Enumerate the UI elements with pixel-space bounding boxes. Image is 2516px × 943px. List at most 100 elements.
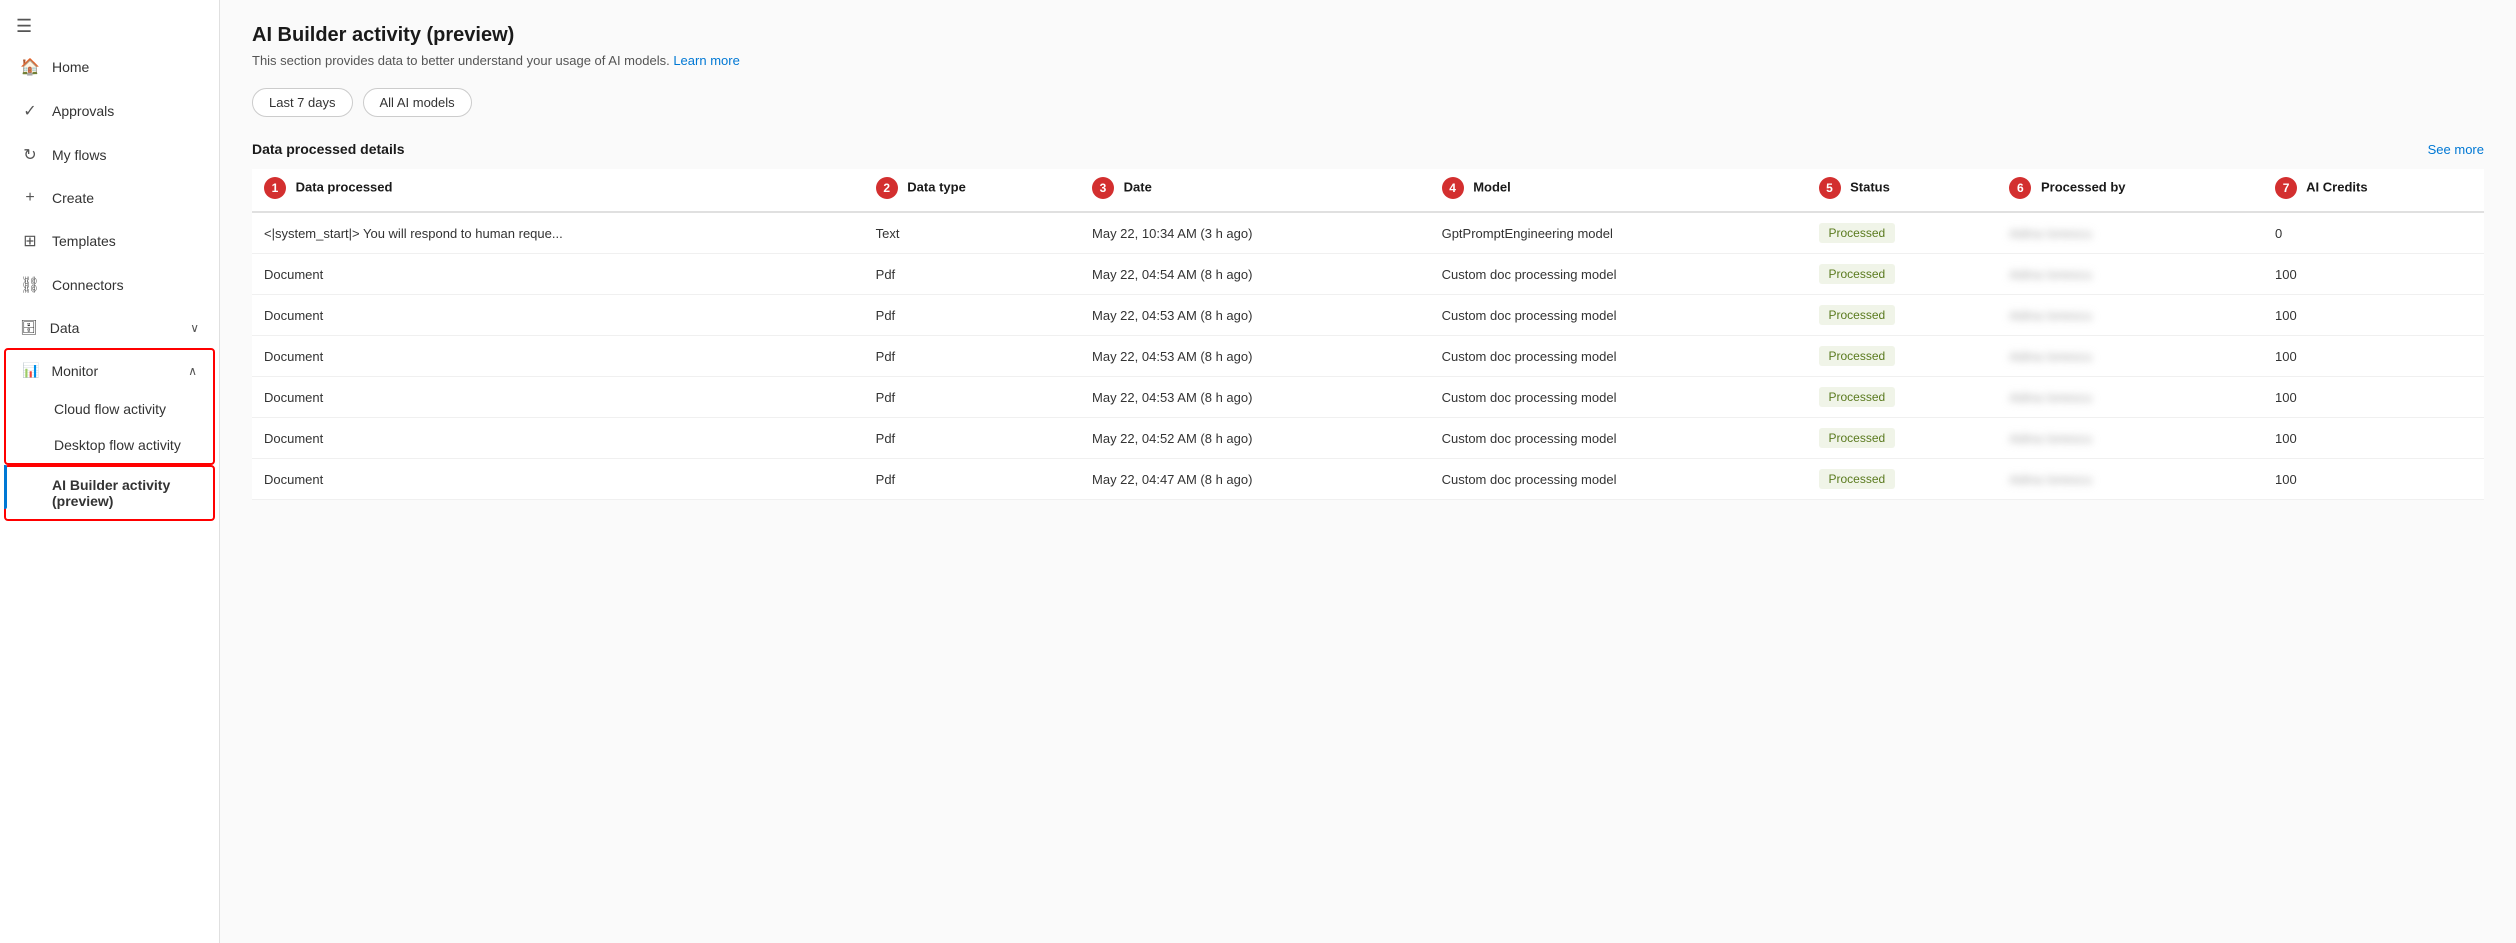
learn-more-link[interactable]: Learn more <box>673 53 739 68</box>
hamburger-menu-icon[interactable]: ☰ <box>0 0 219 45</box>
table-row: DocumentPdfMay 22, 04:53 AM (8 h ago)Cus… <box>252 336 2484 377</box>
monitor-icon: 📊 <box>22 362 39 379</box>
cell-model: Custom doc processing model <box>1430 377 1807 418</box>
filter-last7days[interactable]: Last 7 days <box>252 88 353 117</box>
cell-data-processed: <|system_start|> You will respond to hum… <box>252 212 864 254</box>
sidebar-item-approvals[interactable]: ✓ Approvals <box>4 89 215 133</box>
cell-ai-credits: 100 <box>2263 295 2484 336</box>
see-more-link[interactable]: See more <box>2428 142 2484 157</box>
page-subtitle: This section provides data to better und… <box>252 53 2484 68</box>
cell-data-processed: Document <box>252 254 864 295</box>
sidebar-item-home[interactable]: 🏠 Home <box>4 45 215 89</box>
col-badge-4: 4 <box>1442 177 1464 199</box>
connectors-icon: ⛓ <box>20 275 40 295</box>
page-title: AI Builder activity (preview) <box>252 24 2484 47</box>
cell-model: Custom doc processing model <box>1430 418 1807 459</box>
table-row: DocumentPdfMay 22, 04:52 AM (8 h ago)Cus… <box>252 418 2484 459</box>
col-header-ai-credits: 7 AI Credits <box>2263 169 2484 212</box>
sidebar-item-myflows[interactable]: ↻ My flows <box>4 133 215 177</box>
col-label-data-type: Data type <box>907 179 966 194</box>
main-content: AI Builder activity (preview) This secti… <box>220 0 2516 943</box>
cell-model: Custom doc processing model <box>1430 336 1807 377</box>
ai-builder-activity-label: AI Builder activity(preview) <box>52 477 170 509</box>
cell-status: Processed <box>1807 377 1998 418</box>
col-label-ai-credits: AI Credits <box>2306 179 2367 194</box>
sidebar-item-monitor-label: Monitor <box>51 363 176 379</box>
cell-model: Custom doc processing model <box>1430 295 1807 336</box>
cell-status: Processed <box>1807 295 1998 336</box>
col-label-processed-by: Processed by <box>2041 179 2126 194</box>
sidebar-item-monitor[interactable]: 📊 Monitor ∧ <box>6 350 213 391</box>
sidebar-item-connectors[interactable]: ⛓ Connectors <box>4 263 215 307</box>
sidebar-item-approvals-label: Approvals <box>52 103 114 119</box>
table-header-row: 1 Data processed 2 Data type 3 Date 4 Mo… <box>252 169 2484 212</box>
col-header-model: 4 Model <box>1430 169 1807 212</box>
cell-data-processed: Document <box>252 295 864 336</box>
filter-all-ai-models[interactable]: All AI models <box>363 88 472 117</box>
cell-model: Custom doc processing model <box>1430 459 1807 500</box>
sidebar-item-data[interactable]: 🗄 Data ∨ <box>4 307 215 348</box>
col-badge-3: 3 <box>1092 177 1114 199</box>
cell-date: May 22, 04:47 AM (8 h ago) <box>1080 459 1430 500</box>
cell-data-type: Pdf <box>864 377 1080 418</box>
cell-data-processed: Document <box>252 418 864 459</box>
col-badge-7: 7 <box>2275 177 2297 199</box>
status-badge: Processed <box>1819 264 1896 284</box>
col-header-data-type: 2 Data type <box>864 169 1080 212</box>
col-badge-5: 5 <box>1819 177 1841 199</box>
status-badge: Processed <box>1819 305 1896 325</box>
status-badge: Processed <box>1819 387 1896 407</box>
cell-ai-credits: 100 <box>2263 336 2484 377</box>
col-label-status: Status <box>1850 179 1890 194</box>
table-row: DocumentPdfMay 22, 04:53 AM (8 h ago)Cus… <box>252 377 2484 418</box>
cell-processed-by: Adina Ionescu <box>1997 212 2263 254</box>
sidebar-sub-cloud-flow[interactable]: Cloud flow activity <box>6 391 213 427</box>
sidebar-sub-ai-builder[interactable]: AI Builder activity(preview) <box>4 465 215 521</box>
cell-ai-credits: 100 <box>2263 254 2484 295</box>
status-badge: Processed <box>1819 346 1896 366</box>
cell-model: GptPromptEngineering model <box>1430 212 1807 254</box>
sidebar-sub-desktop-flow[interactable]: Desktop flow activity <box>6 427 213 463</box>
col-header-status: 5 Status <box>1807 169 1998 212</box>
table-section-header: Data processed details See more <box>252 141 2484 157</box>
cloud-flow-activity-label: Cloud flow activity <box>54 401 166 417</box>
sidebar-item-templates[interactable]: ⊞ Templates <box>4 219 215 263</box>
filter-row: Last 7 days All AI models <box>252 88 2484 117</box>
data-chevron-icon: ∨ <box>190 321 199 335</box>
cell-ai-credits: 100 <box>2263 418 2484 459</box>
cell-data-type: Pdf <box>864 295 1080 336</box>
cell-data-type: Pdf <box>864 336 1080 377</box>
status-badge: Processed <box>1819 469 1896 489</box>
cell-data-type: Pdf <box>864 418 1080 459</box>
table-row: DocumentPdfMay 22, 04:54 AM (8 h ago)Cus… <box>252 254 2484 295</box>
cell-date: May 22, 04:52 AM (8 h ago) <box>1080 418 1430 459</box>
cell-processed-by: Adina Ionescu <box>1997 295 2263 336</box>
cell-data-type: Pdf <box>864 459 1080 500</box>
sidebar-item-myflows-label: My flows <box>52 147 106 163</box>
cell-status: Processed <box>1807 212 1998 254</box>
cell-date: May 22, 04:53 AM (8 h ago) <box>1080 295 1430 336</box>
sidebar-item-data-label: Data <box>50 320 80 336</box>
col-badge-6: 6 <box>2009 177 2031 199</box>
sidebar-item-connectors-label: Connectors <box>52 277 124 293</box>
monitor-section: 📊 Monitor ∧ Cloud flow activity Desktop … <box>4 348 215 465</box>
cell-date: May 22, 10:34 AM (3 h ago) <box>1080 212 1430 254</box>
templates-icon: ⊞ <box>20 231 40 251</box>
data-table: 1 Data processed 2 Data type 3 Date 4 Mo… <box>252 169 2484 500</box>
cell-status: Processed <box>1807 336 1998 377</box>
sidebar-item-create[interactable]: + Create <box>4 177 215 219</box>
myflows-icon: ↻ <box>20 145 40 165</box>
cell-status: Processed <box>1807 418 1998 459</box>
cell-processed-by: Adina Ionescu <box>1997 418 2263 459</box>
cell-date: May 22, 04:53 AM (8 h ago) <box>1080 377 1430 418</box>
col-badge-2: 2 <box>876 177 898 199</box>
col-label-date: Date <box>1124 179 1152 194</box>
desktop-flow-activity-label: Desktop flow activity <box>54 437 181 453</box>
sidebar-item-templates-label: Templates <box>52 233 116 249</box>
col-header-processed-by: 6 Processed by <box>1997 169 2263 212</box>
sidebar: ☰ 🏠 Home ✓ Approvals ↻ My flows + Create… <box>0 0 220 943</box>
create-icon: + <box>20 189 40 207</box>
cell-processed-by: Adina Ionescu <box>1997 254 2263 295</box>
status-badge: Processed <box>1819 223 1896 243</box>
cell-data-processed: Document <box>252 459 864 500</box>
